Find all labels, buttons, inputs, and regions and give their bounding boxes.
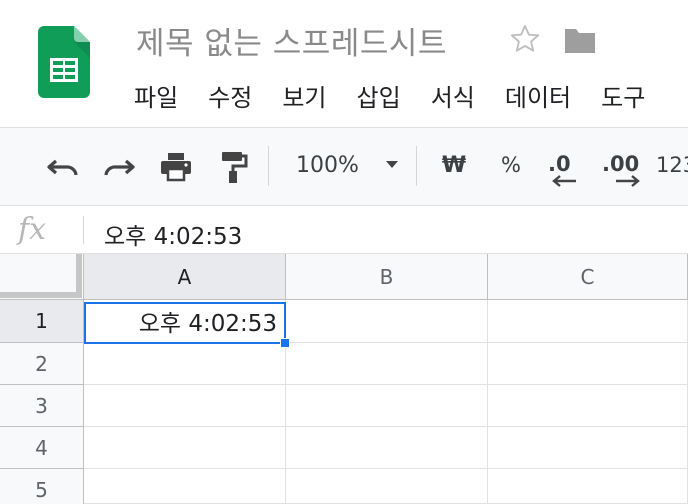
cell-b4[interactable] [286,427,488,469]
column-header-a[interactable]: A [84,254,286,300]
cell-c1[interactable] [488,300,688,343]
increase-decimal-label: .00 [602,152,640,176]
redo-button[interactable] [100,150,138,184]
cell-b3[interactable] [286,385,488,427]
menu-bar: 파일 수정 보기 삽입 서식 데이터 도구 [134,78,675,113]
menu-item-edit[interactable]: 수정 [208,78,252,113]
caret-down-icon[interactable] [384,156,400,172]
menu-item-insert[interactable]: 삽입 [357,78,401,113]
toolbar-separator [416,146,417,186]
row-header-1[interactable]: 1 [0,300,84,343]
cell-a1[interactable]: 오후 4:02:53 [84,300,286,343]
cell-a4[interactable] [84,427,286,469]
undo-button[interactable] [44,150,82,184]
cell-c4[interactable] [488,427,688,469]
spreadsheet-grid: A B C 1 2 3 4 5 오후 4:02:53 [0,254,688,504]
formula-bar-separator [83,216,84,244]
cell-c3[interactable] [488,385,688,427]
fx-label: fx [18,212,47,247]
star-outline-icon[interactable] [508,22,542,56]
menu-item-data[interactable]: 데이터 [505,78,571,113]
cell-b1[interactable] [286,300,488,343]
arrow-right-icon [616,175,640,187]
formula-input[interactable]: 오후 4:02:53 [104,217,242,251]
menu-item-view[interactable]: 보기 [282,78,326,113]
toolbar-separator [268,146,269,186]
cell-b5[interactable] [286,469,488,504]
frozen-row-handle[interactable] [0,292,82,298]
menu-item-tools[interactable]: 도구 [601,78,645,113]
google-sheets-logo-icon[interactable] [38,26,90,98]
currency-format-button[interactable]: ₩ [440,148,468,182]
cell-b2[interactable] [286,343,488,385]
cell-c5[interactable] [488,469,688,504]
toolbar: 100% ₩ % .0 .00 123 [0,128,688,206]
paint-format-button[interactable] [214,148,252,186]
menu-item-format[interactable]: 서식 [431,78,475,113]
zoom-select[interactable]: 100% [296,148,359,182]
app-header: 제목 없는 스프레드시트 파일 수정 보기 삽입 서식 데이터 도구 [0,0,688,128]
redo-icon [104,159,135,176]
document-title[interactable]: 제목 없는 스프레드시트 [136,18,447,63]
row-header-5[interactable]: 5 [0,469,84,504]
print-button[interactable] [156,148,196,186]
select-all-corner[interactable] [0,254,84,300]
column-header-c[interactable]: C [488,254,688,300]
more-formats-button[interactable]: 123 [656,148,688,182]
cell-a3[interactable] [84,385,286,427]
print-icon [161,153,191,182]
decrease-decimal-label: .0 [548,152,571,176]
fill-handle[interactable] [280,338,290,348]
arrow-left-icon [552,175,576,187]
percent-format-button[interactable]: % [498,148,524,182]
row-header-2[interactable]: 2 [0,343,84,385]
undo-icon [47,159,78,176]
column-header-b[interactable]: B [286,254,488,300]
paint-format-icon [222,152,248,183]
folder-icon[interactable] [563,27,597,55]
menu-item-file[interactable]: 파일 [134,78,178,113]
cell-a2[interactable] [84,343,286,385]
decrease-decimal-button[interactable]: .0 [548,148,588,192]
formula-bar: fx 오후 4:02:53 [0,206,688,254]
cell-c2[interactable] [488,343,688,385]
cell-a5[interactable] [84,469,286,504]
row-header-3[interactable]: 3 [0,385,84,427]
increase-decimal-button[interactable]: .00 [602,148,646,192]
row-header-4[interactable]: 4 [0,427,84,469]
